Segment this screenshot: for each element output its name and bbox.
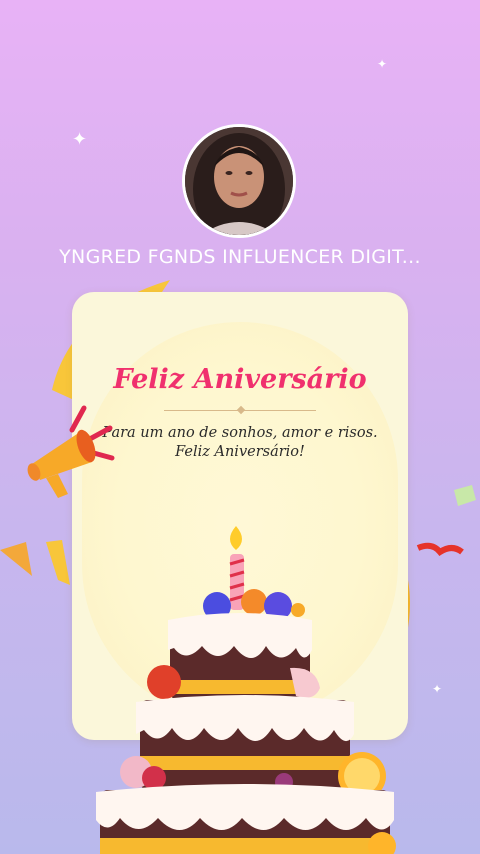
card-message-line-2: Feliz Aniversário! <box>175 444 305 460</box>
megaphone-icon <box>27 405 115 498</box>
card-message-line-1: Para um ano de sonhos, amor e risos. <box>102 425 378 441</box>
username[interactable]: YNGRED FGNDS INFLUENCER DIGIT... <box>0 246 480 268</box>
card-title: Feliz Aniversário <box>113 364 367 395</box>
avatar[interactable] <box>182 124 296 238</box>
candle-icon <box>230 526 242 550</box>
sparkle-icon: ✦ <box>72 129 88 149</box>
sparkle-icon: ✦ <box>377 57 388 71</box>
birthday-cake-icon <box>96 526 396 854</box>
card-message: Para um ano de sonhos, amor e risos. Fel… <box>72 424 408 462</box>
